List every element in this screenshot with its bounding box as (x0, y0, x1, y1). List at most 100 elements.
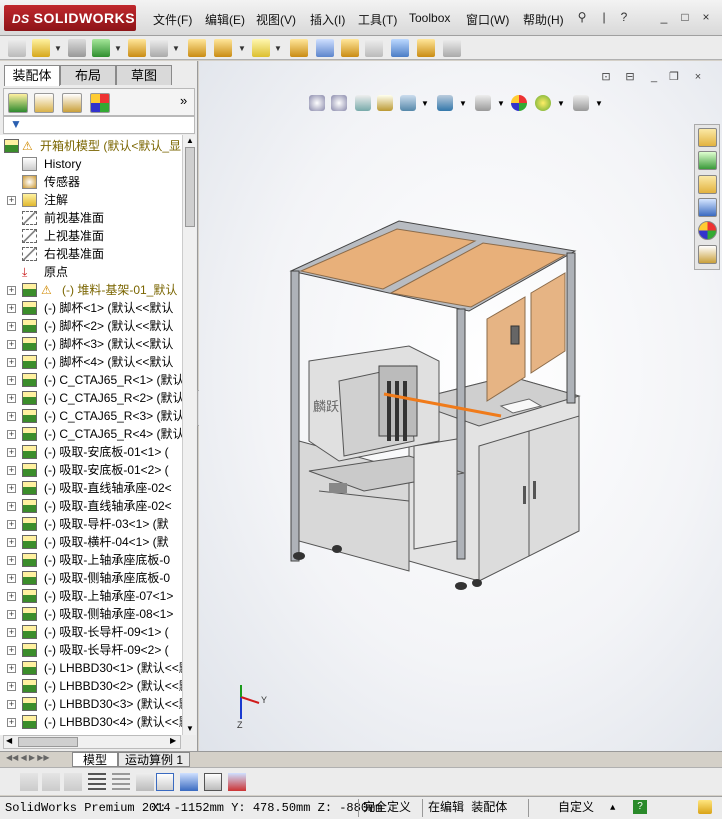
bill-of-materials-icon[interactable] (316, 39, 334, 57)
tree-item[interactable]: + (-) 吸取-上轴承座-07<1> (0, 587, 182, 605)
tree-item[interactable]: + (-) 吸取-直线轴承座-02< (0, 497, 182, 515)
insert-component-icon[interactable] (32, 39, 50, 57)
menu-file[interactable]: 文件(F) (153, 11, 192, 28)
dropdown-arrow-icon[interactable]: ▼ (172, 44, 180, 53)
tree-item[interactable]: + (-) 吸取-安底板-01<2> ( (0, 461, 182, 479)
tree-item[interactable]: + (-) 吸取-横杆-04<1> (默 (0, 533, 182, 551)
scroll-thumb[interactable] (185, 147, 195, 227)
interference-detection-icon[interactable] (391, 39, 409, 57)
menu-tools[interactable]: 工具(T) (358, 11, 397, 28)
viewport-restore-icon[interactable]: ❐ (667, 71, 681, 83)
tree-vertical-scrollbar[interactable]: ▲ ▼ (182, 135, 196, 735)
status-units[interactable]: 自定义 (558, 799, 594, 817)
tree-item[interactable]: + 注解 (0, 191, 182, 209)
tree-horizontal-scrollbar[interactable]: ◀ ▶ (3, 735, 181, 749)
display-pane-icon[interactable] (20, 773, 38, 791)
menu-insert[interactable]: 插入(I) (310, 11, 345, 28)
previous-view-icon[interactable] (355, 95, 371, 111)
menu-window[interactable]: 窗口(W) (466, 11, 509, 28)
edit-icon[interactable] (42, 773, 60, 791)
expand-plus-icon[interactable]: + (7, 304, 16, 313)
shaded-icon[interactable] (180, 773, 198, 791)
expand-plus-icon[interactable]: + (7, 520, 16, 529)
show-hidden-icon[interactable] (188, 39, 206, 57)
expand-plus-icon[interactable]: + (7, 376, 16, 385)
tree-item[interactable]: + (-) 吸取-长导杆-09<2> ( (0, 641, 182, 659)
sketch-tool-icon[interactable] (64, 773, 82, 791)
tree-item[interactable]: + (-) C_CTAJ65_R<4> (默认 (0, 425, 182, 443)
expand-plus-icon[interactable]: + (7, 448, 16, 457)
tree-item[interactable]: + (-) C_CTAJ65_R<1> (默认 (0, 371, 182, 389)
menu-help[interactable]: 帮助(H) (523, 11, 564, 28)
menu-toolbox[interactable]: Toolbox (409, 11, 450, 25)
tree-item[interactable]: + (-) 吸取-导杆-03<1> (默 (0, 515, 182, 533)
machine-3d-model[interactable]: 麟跃 (279, 201, 599, 601)
tree-item[interactable]: + (-) 脚杯<2> (默认<<默认 (0, 317, 182, 335)
smart-fasteners-icon[interactable] (128, 39, 146, 57)
explode-line-sketch-icon[interactable] (365, 39, 383, 57)
view-settings-icon[interactable] (573, 95, 589, 111)
tree-item[interactable]: + (-) 吸取-安底板-01<1> ( (0, 443, 182, 461)
graphics-area[interactable]: ⊡ ⊟ _ ❐ × ▼ ▼ ▼ ▼ ▼ 麟跃 Y Z (199, 61, 722, 751)
help-status-icon[interactable]: ? (633, 800, 647, 814)
solidworks-logo[interactable]: DS SOLIDWORKS (4, 5, 136, 31)
dropdown-arrow-icon[interactable]: ▼ (497, 99, 505, 108)
assembly-features-icon[interactable] (214, 39, 232, 57)
expand-plus-icon[interactable]: + (7, 466, 16, 475)
expand-plus-icon[interactable]: + (7, 682, 16, 691)
appearances-icon[interactable] (698, 221, 717, 240)
tree-root-assembly[interactable]: ⚠ 开箱机模型 (默认<默认_显 (0, 137, 182, 155)
scroll-down-icon[interactable]: ▼ (184, 723, 196, 735)
dropdown-arrow-icon[interactable]: ▼ (421, 99, 429, 108)
tree-item[interactable]: + (-) C_CTAJ65_R<2> (默认 (0, 389, 182, 407)
tree-item[interactable]: + (-) 吸取-上轴承座底板-0 (0, 551, 182, 569)
section-view-icon[interactable] (377, 95, 393, 111)
tree-item[interactable]: ⤓ 原点 (0, 263, 182, 281)
hscroll-thumb[interactable] (18, 737, 78, 747)
chart-icon[interactable] (156, 773, 174, 791)
filter-icon[interactable]: ▼ (10, 117, 22, 131)
tab-nav-arrows-icon[interactable]: ◀◀ ◀ ▶ ▶▶ (6, 753, 50, 762)
viewport-close-icon[interactable]: × (691, 71, 705, 83)
display-manager-icon[interactable] (90, 93, 110, 113)
tab-model[interactable]: 模型 (72, 752, 118, 767)
tree-item[interactable]: + (-) 吸取-侧轴承座底板-0 (0, 569, 182, 587)
sort-icon[interactable] (136, 773, 154, 791)
expand-plus-icon[interactable]: + (7, 556, 16, 565)
expand-plus-icon[interactable]: + (7, 430, 16, 439)
tab-assembly[interactable]: 装配体 (4, 65, 60, 86)
list-view-icon[interactable] (88, 773, 106, 791)
reference-geometry-icon[interactable] (252, 39, 270, 57)
clearance-verification-icon[interactable] (417, 39, 435, 57)
tree-item[interactable]: 前视基准面 (0, 209, 182, 227)
apply-scene-icon[interactable] (535, 95, 551, 111)
expand-plus-icon[interactable]: + (7, 286, 16, 295)
expand-chevron-icon[interactable]: » (180, 93, 187, 108)
expand-plus-icon[interactable]: + (7, 718, 16, 727)
tree-item[interactable]: 右视基准面 (0, 245, 182, 263)
units-dropdown-icon[interactable]: ▲ (610, 799, 615, 817)
dropdown-arrow-icon[interactable]: ▼ (557, 99, 565, 108)
expand-plus-icon[interactable]: + (7, 664, 16, 673)
solidworks-resources-icon[interactable] (698, 128, 717, 147)
linear-pattern-icon[interactable] (92, 39, 110, 57)
expand-plus-icon[interactable]: + (7, 646, 16, 655)
expand-plus-icon[interactable]: + (7, 340, 16, 349)
table-icon[interactable] (204, 773, 222, 791)
tree-item[interactable]: + (-) 吸取-直线轴承座-02< (0, 479, 182, 497)
expand-plus-icon[interactable]: + (7, 610, 16, 619)
dropdown-arrow-icon[interactable]: ▼ (459, 99, 467, 108)
tree-item[interactable]: + (-) LHBBD30<1> (默认<<默 (0, 659, 182, 677)
minimize-button[interactable]: _ (656, 9, 672, 25)
tree-item[interactable]: + (-) LHBBD30<3> (默认<<默 (0, 695, 182, 713)
tree-item[interactable]: + ⚠ (-) 堆料-基架-01_默认 (0, 281, 182, 299)
expand-plus-icon[interactable]: + (7, 628, 16, 637)
feature-tree-icon[interactable] (8, 93, 28, 113)
viewport-tile-icon[interactable]: ⊡ (599, 71, 613, 83)
tree-item[interactable]: + (-) LHBBD30<4> (默认<<默 (0, 713, 182, 731)
pin-icon[interactable]: ⚲ (574, 9, 590, 25)
hide-show-items-icon[interactable] (475, 95, 491, 111)
tab-motion-study-1[interactable]: 运动算例 1 (118, 752, 190, 767)
expand-plus-icon[interactable]: + (7, 574, 16, 583)
menu-view[interactable]: 视图(V) (256, 11, 296, 28)
